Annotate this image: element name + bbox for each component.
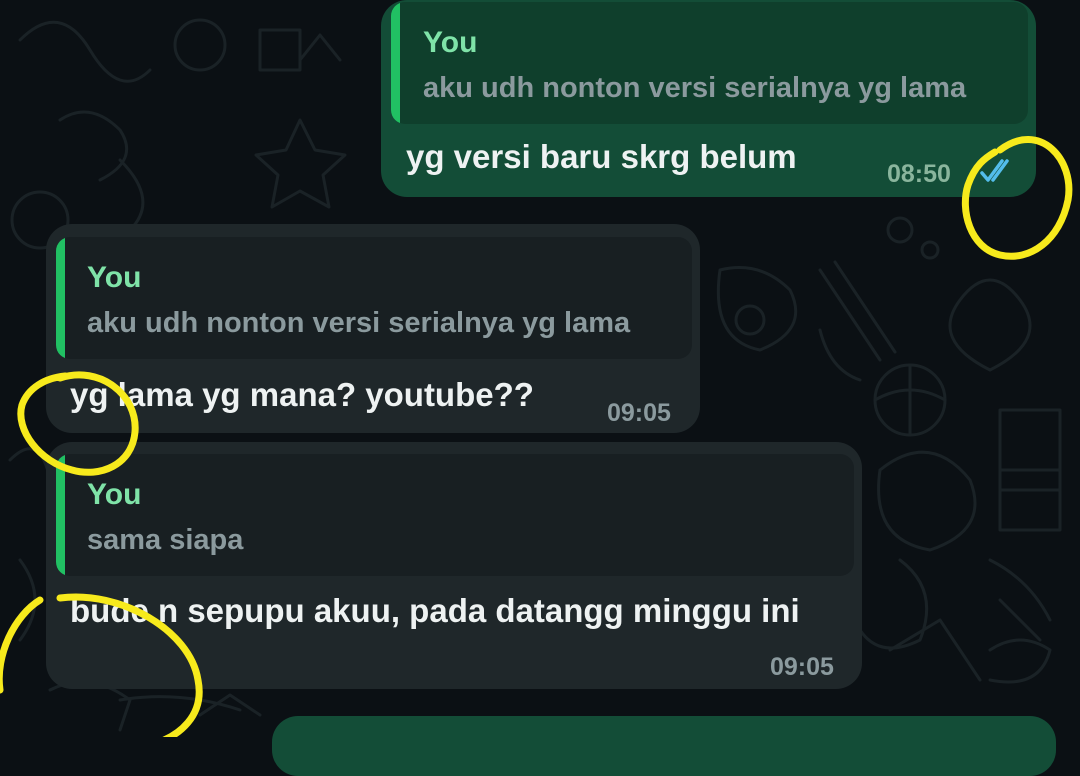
- message-bubble-incoming[interactable]: You sama siapa bude n sepupu akuu, pada …: [46, 442, 862, 689]
- quoted-reply[interactable]: You aku udh nonton versi serialnya yg la…: [391, 2, 1028, 124]
- message-bubble-outgoing-partial[interactable]: [272, 716, 1056, 776]
- message-time: 08:50: [887, 160, 951, 188]
- quote-author: You: [87, 261, 142, 294]
- quote-author: You: [423, 26, 478, 59]
- read-ticks-icon: [980, 159, 1009, 182]
- quote-author: You: [87, 478, 142, 511]
- quoted-reply[interactable]: You sama siapa: [56, 454, 854, 576]
- quote-accent-bar: [391, 2, 400, 124]
- quote-text: aku udh nonton versi serialnya yg lama: [423, 72, 967, 104]
- message-text: bude n sepupu akuu, pada datangg minggu …: [70, 592, 800, 629]
- message-time: 09:05: [770, 653, 834, 681]
- quote-accent-bar: [56, 454, 65, 576]
- message-bubble-incoming[interactable]: You aku udh nonton versi serialnya yg la…: [46, 224, 700, 433]
- message-time: 09:05: [607, 399, 671, 427]
- message-bubble-outgoing[interactable]: You aku udh nonton versi serialnya yg la…: [381, 0, 1036, 197]
- quote-text: aku udh nonton versi serialnya yg lama: [87, 307, 631, 339]
- message-text: yg versi baru skrg belum: [406, 138, 797, 175]
- quote-text: sama siapa: [87, 524, 244, 556]
- quote-accent-bar: [56, 237, 65, 359]
- quoted-reply[interactable]: You aku udh nonton versi serialnya yg la…: [56, 237, 692, 359]
- message-text: yg lama yg mana? youtube??: [70, 376, 534, 413]
